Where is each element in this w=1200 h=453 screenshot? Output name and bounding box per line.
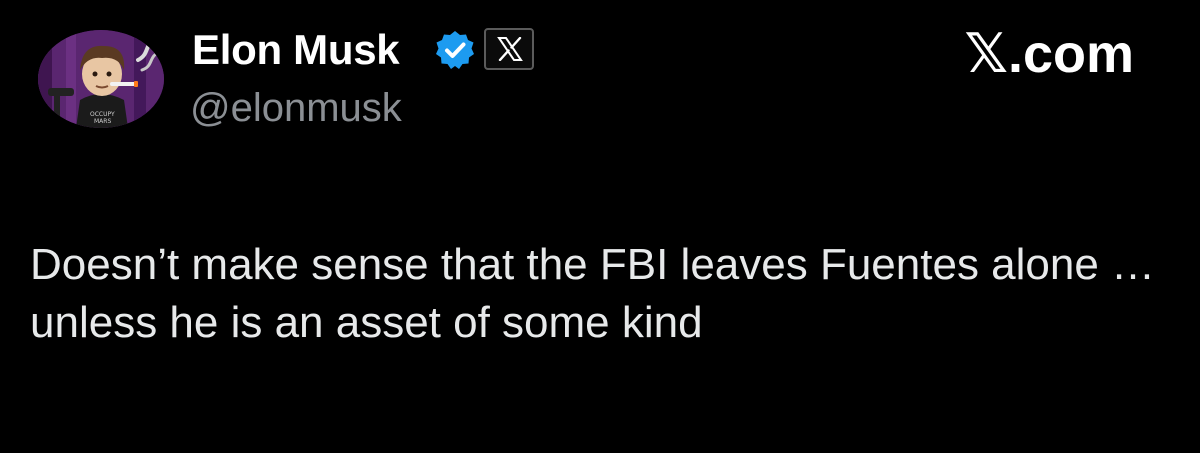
tweet-card: OCCUPY MARS Elon Musk @elonmusk 𝕏.com Do… [0,0,1200,453]
avatar-illustration: OCCUPY MARS [38,30,164,128]
verified-check-icon[interactable] [435,30,475,70]
affiliate-badge[interactable] [484,28,534,70]
svg-text:MARS: MARS [94,118,111,125]
avatar[interactable]: OCCUPY MARS [38,30,164,128]
brand-watermark: 𝕏.com [964,24,1134,84]
tweet-text: Doesn’t make sense that the FBI leaves F… [30,240,1156,347]
author-handle[interactable]: @elonmusk [190,84,402,132]
x-logo-icon [497,37,523,61]
svg-text:OCCUPY: OCCUPY [90,111,115,118]
author-name[interactable]: Elon Musk [192,24,400,76]
